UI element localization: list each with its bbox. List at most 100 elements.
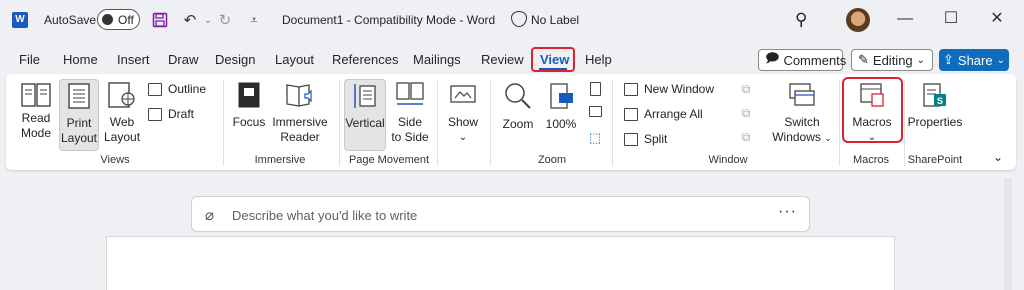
web-layout-button[interactable]: Web Layout: [104, 82, 140, 145]
minimize-icon[interactable]: —: [895, 9, 915, 29]
split-label: Split: [644, 132, 668, 146]
tab-home[interactable]: Home: [63, 52, 98, 67]
toggle-knob: [102, 14, 113, 25]
search-icon[interactable]: ⚲: [795, 10, 807, 30]
divider: [490, 80, 491, 166]
group-label-views: Views: [100, 154, 130, 166]
zoom-100-icon: [542, 82, 580, 114]
close-icon[interactable]: ✕: [987, 9, 1007, 29]
comments-button[interactable]: 🗩 Comments: [758, 49, 846, 71]
switch-windows-button[interactable]: Switch Windows ⌄: [770, 82, 834, 146]
web-layout-label-1: Web: [109, 115, 135, 129]
show-button[interactable]: Show ⌄: [444, 82, 482, 145]
chevron-down-icon: ⌄: [824, 133, 832, 143]
reset-window-position-button[interactable]: ⧉: [737, 130, 755, 145]
web-layout-label-2: Layout: [104, 130, 141, 144]
tab-mailings[interactable]: Mailings: [413, 52, 461, 67]
share-button[interactable]: ⇪ Share ⌄: [939, 49, 1009, 71]
avatar[interactable]: [846, 8, 870, 32]
maximize-icon[interactable]: ☐: [941, 9, 961, 29]
switch-windows-label-1: Switch: [784, 115, 820, 129]
group-label-sharepoint: SharePoint: [907, 154, 963, 166]
divider: [223, 80, 224, 166]
divider: [339, 80, 340, 166]
sensitivity-icon: [511, 11, 527, 27]
draft-button[interactable]: Draft: [148, 107, 194, 121]
tab-draw[interactable]: Draw: [168, 52, 198, 67]
copilot-prompt-bar[interactable]: ⌀ Describe what you'd like to write ···: [191, 196, 810, 232]
macros-highlight: [842, 77, 903, 143]
zoom-100-button[interactable]: 100%: [542, 82, 580, 132]
new-window-label: New Window: [644, 82, 715, 96]
undo-icon[interactable]: ↶: [180, 10, 200, 30]
side-to-side-button[interactable]: Side to Side: [390, 82, 430, 145]
draft-icon: [148, 107, 162, 121]
page-icon: [60, 83, 98, 113]
comment-icon: 🗩: [765, 50, 780, 65]
sensitivity-label[interactable]: No Label: [531, 13, 579, 27]
tab-design[interactable]: Design: [215, 52, 255, 67]
immersive-reader-button[interactable]: Immersive Reader: [271, 82, 329, 145]
tab-review[interactable]: Review: [481, 52, 524, 67]
collapse-ribbon-button[interactable]: ⌄: [990, 150, 1006, 165]
more-options-icon[interactable]: ···: [778, 203, 797, 221]
read-mode-label-2: Mode: [20, 126, 52, 140]
group-label-page-movement: Page Movement: [348, 154, 430, 166]
chevron-down-icon: ⌄: [458, 132, 468, 143]
autosave-label: AutoSave: [44, 13, 97, 27]
arrange-all-button[interactable]: Arrange All: [624, 107, 703, 121]
view-side-by-side-button[interactable]: ⧉: [737, 82, 755, 97]
tab-help[interactable]: Help: [585, 52, 612, 67]
customize-qat-icon[interactable]: ⩡: [244, 10, 264, 30]
new-window-button[interactable]: New Window: [624, 82, 714, 96]
share-label: Share: [957, 52, 993, 68]
editing-button[interactable]: ✎ Editing ⌄: [851, 49, 933, 71]
tab-file[interactable]: File: [19, 52, 40, 67]
divider: [612, 80, 613, 166]
divider: [437, 80, 438, 166]
document-page[interactable]: [106, 236, 895, 290]
tab-insert[interactable]: Insert: [117, 52, 150, 67]
arrange-all-icon: [624, 107, 638, 121]
page-width-button[interactable]: ⬚: [586, 130, 604, 146]
pencil-icon: ✎: [858, 52, 869, 67]
zoom-label: Zoom: [502, 117, 534, 131]
word-logo-icon: W: [12, 12, 28, 28]
save-icon[interactable]: [150, 10, 170, 30]
vertical-icon: [345, 83, 385, 113]
book-icon: [21, 82, 51, 108]
properties-button[interactable]: S Properties: [906, 82, 964, 130]
zoom-100-label: 100%: [545, 117, 577, 131]
multiple-pages-button[interactable]: [586, 106, 604, 121]
synchronous-scrolling-button[interactable]: ⧉: [737, 106, 755, 121]
tab-layout[interactable]: Layout: [275, 52, 314, 67]
group-label-immersive: Immersive: [254, 154, 306, 166]
outline-icon: [148, 82, 162, 96]
switch-windows-label-2: Windows ⌄: [770, 130, 834, 146]
chevron-down-icon: ⌄: [992, 150, 1004, 164]
one-page-button[interactable]: [586, 82, 604, 100]
share-icon: ⇪: [943, 52, 954, 67]
read-mode-button[interactable]: Read Mode: [18, 82, 54, 141]
chevron-down-icon: ⌄: [996, 54, 1005, 66]
print-layout-label-1: Print: [66, 116, 92, 130]
redo-icon[interactable]: ↻: [215, 10, 235, 30]
show-label: Show: [447, 115, 479, 129]
outline-button[interactable]: Outline: [148, 82, 206, 96]
vertical-button[interactable]: Vertical: [344, 79, 386, 151]
print-layout-button[interactable]: Print Layout: [59, 79, 99, 151]
document-title: Document1 - Compatibility Mode - Word: [282, 13, 496, 27]
page-width-icon: ⬚: [588, 130, 602, 145]
autosave-toggle[interactable]: Off: [97, 9, 140, 30]
tab-references[interactable]: References: [332, 52, 398, 67]
vertical-scrollbar[interactable]: [1004, 178, 1012, 290]
focus-button[interactable]: Focus: [230, 82, 268, 130]
copilot-placeholder: Describe what you'd like to write: [232, 208, 418, 223]
arrange-all-label: Arrange All: [644, 107, 703, 121]
divider: [839, 80, 840, 166]
split-button[interactable]: Split: [624, 132, 667, 146]
show-icon: [444, 82, 482, 112]
immersive-reader-icon: [271, 82, 329, 112]
zoom-button[interactable]: Zoom: [498, 82, 538, 132]
side-to-side-label-2: to Side: [391, 130, 429, 144]
